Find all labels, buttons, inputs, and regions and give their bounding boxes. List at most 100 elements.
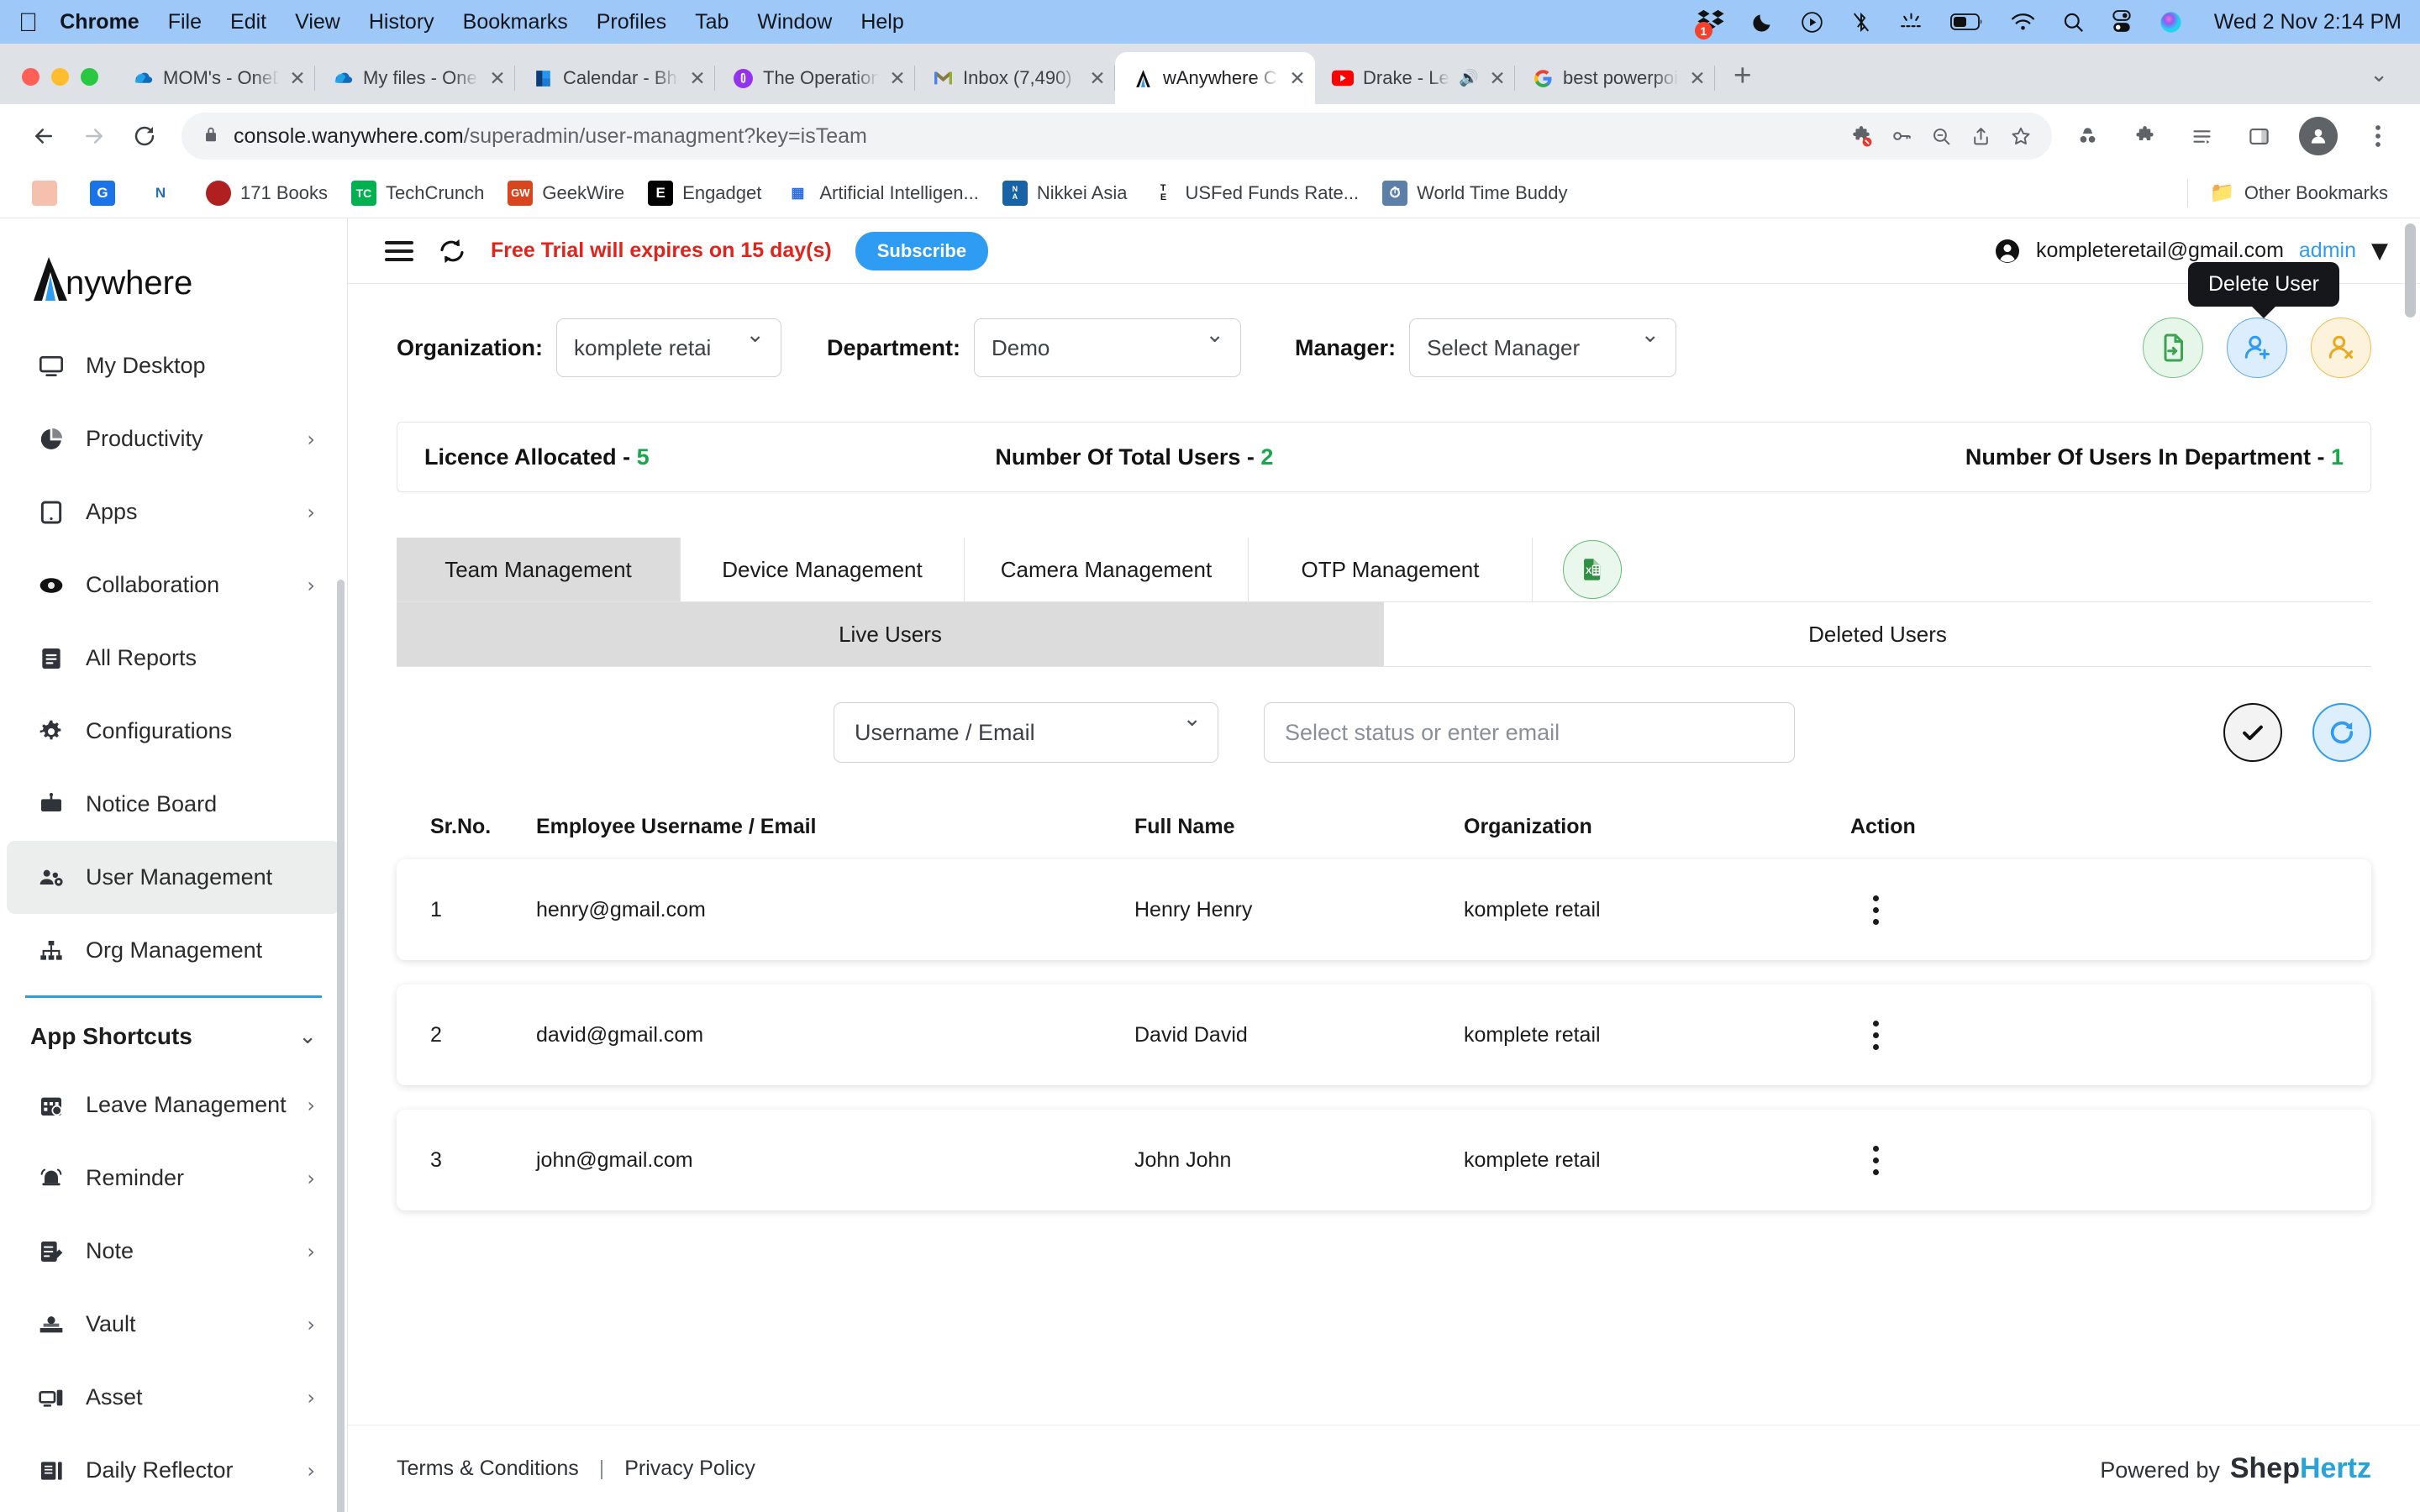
department-select-wrap[interactable]: Demo bbox=[974, 318, 1242, 377]
bookmark-item[interactable]: ▦ Artificial Intelligen... bbox=[773, 180, 991, 206]
app-shortcuts-header[interactable]: App Shortcuts ⌄ bbox=[0, 998, 347, 1068]
add-user-button[interactable] bbox=[2227, 318, 2287, 378]
zoom-icon[interactable] bbox=[1931, 126, 1952, 147]
profile-avatar-icon[interactable] bbox=[2299, 117, 2338, 155]
chevron-down-icon[interactable]: ▼ bbox=[2371, 239, 2388, 264]
import-users-button[interactable] bbox=[2143, 318, 2203, 378]
other-bookmarks-button[interactable]: 📁 Other Bookmarks bbox=[2198, 181, 2400, 206]
close-window-button[interactable] bbox=[22, 68, 39, 86]
page-scrollbar[interactable] bbox=[2405, 223, 2416, 318]
sidebar-item-leave-management[interactable]: Leave Management › bbox=[7, 1068, 340, 1142]
battery-icon[interactable] bbox=[1949, 13, 1984, 31]
close-tab-icon[interactable]: ✕ bbox=[888, 67, 907, 90]
sidebar-item-configurations[interactable]: Configurations bbox=[7, 695, 340, 768]
bookmark-item[interactable]: 171 Books bbox=[194, 180, 339, 206]
bookmark-item[interactable] bbox=[20, 180, 78, 206]
apply-search-button[interactable] bbox=[2223, 703, 2282, 762]
browser-tab[interactable]: My files - OneD ✕ bbox=[315, 52, 515, 104]
reading-list-icon[interactable] bbox=[2178, 113, 2225, 160]
table-row[interactable]: 1 henry@gmail.com Henry Henry komplete r… bbox=[397, 859, 2371, 960]
menu-history[interactable]: History bbox=[369, 10, 434, 34]
tab-search-chevron-down-icon[interactable]: ⌄ bbox=[2348, 61, 2410, 104]
search-type-wrap[interactable]: Username / Email bbox=[834, 702, 1218, 763]
bookmark-item[interactable]: GW GeekWire bbox=[496, 180, 636, 206]
siri-icon[interactable] bbox=[2159, 10, 2183, 34]
tab-live-users[interactable]: Live Users bbox=[397, 602, 1384, 666]
sidebar-item-daily-reflector[interactable]: Daily Reflector › bbox=[7, 1434, 340, 1507]
menu-chrome[interactable]: Chrome bbox=[60, 10, 139, 34]
table-row[interactable]: 3 john@gmail.com John John komplete reta… bbox=[397, 1110, 2371, 1210]
department-select[interactable]: Demo bbox=[974, 318, 1242, 377]
menu-bookmarks[interactable]: Bookmarks bbox=[463, 10, 568, 34]
kebab-menu-icon[interactable] bbox=[1850, 1020, 1901, 1050]
extensions-puzzle-icon[interactable] bbox=[2121, 113, 2168, 160]
bookmark-item[interactable]: E Engadget bbox=[636, 180, 773, 206]
close-tab-icon[interactable]: ✕ bbox=[1088, 67, 1107, 90]
tab-camera-management[interactable]: Camera Management bbox=[965, 538, 1249, 601]
privacy-link[interactable]: Privacy Policy bbox=[624, 1457, 755, 1481]
bookmark-item[interactable]: N bbox=[136, 180, 194, 206]
browser-tab[interactable]: Inbox (7,490) - ✕ bbox=[915, 52, 1115, 104]
search-input[interactable] bbox=[1264, 702, 1795, 763]
keyboard-brightness-icon[interactable] bbox=[1898, 12, 1924, 32]
incognito-mask-icon[interactable] bbox=[2064, 113, 2111, 160]
maximize-window-button[interactable] bbox=[81, 68, 98, 86]
tab-audio-icon[interactable]: 🔊 bbox=[1459, 68, 1479, 88]
browser-tab-active[interactable]: wAnywhere Con ✕ bbox=[1115, 52, 1315, 104]
menu-profiles[interactable]: Profiles bbox=[597, 10, 666, 34]
menu-window[interactable]: Window bbox=[757, 10, 832, 34]
manager-select[interactable]: Select Manager bbox=[1409, 318, 1677, 377]
close-tab-icon[interactable]: ✕ bbox=[688, 67, 707, 90]
sidebar-scrollbar[interactable] bbox=[337, 580, 345, 1512]
delete-user-button[interactable] bbox=[2311, 318, 2371, 378]
browser-tab[interactable]: best powerpoint ✕ bbox=[1515, 52, 1715, 104]
browser-tab[interactable]: The Operations ✕ bbox=[715, 52, 915, 104]
sidebar-item-apps[interactable]: Apps › bbox=[7, 475, 340, 549]
sidebar-item-org-management[interactable]: Org Management bbox=[7, 914, 340, 987]
close-tab-icon[interactable]: ✕ bbox=[1688, 67, 1707, 90]
sidebar-item-all-reports[interactable]: All Reports bbox=[7, 622, 340, 695]
close-tab-icon[interactable]: ✕ bbox=[1288, 67, 1307, 90]
share-icon[interactable] bbox=[1970, 126, 1991, 147]
sidebar-item-my-desktop[interactable]: My Desktop bbox=[7, 329, 340, 402]
minimize-window-button[interactable] bbox=[51, 68, 69, 86]
sync-refresh-icon[interactable] bbox=[437, 236, 467, 266]
close-tab-icon[interactable]: ✕ bbox=[488, 67, 507, 90]
new-tab-button[interactable]: + bbox=[1715, 60, 1770, 104]
spotlight-search-icon[interactable] bbox=[2062, 11, 2085, 34]
back-button[interactable] bbox=[18, 111, 69, 161]
password-key-icon[interactable] bbox=[1891, 125, 1912, 147]
sidebar-item-notice-board[interactable]: Notice Board bbox=[7, 768, 340, 841]
refresh-button[interactable] bbox=[2312, 703, 2371, 762]
menu-help[interactable]: Help bbox=[860, 10, 903, 34]
sidebar-item-collaboration[interactable]: Collaboration › bbox=[7, 549, 340, 622]
bookmark-item[interactable]: TC TechCrunch bbox=[339, 180, 496, 206]
wanywhere-logo[interactable]: nywhere bbox=[0, 239, 347, 329]
bookmark-item[interactable]: NA Nikkei Asia bbox=[991, 180, 1139, 206]
sidebar-item-note[interactable]: Note › bbox=[7, 1215, 340, 1288]
bookmark-item[interactable]: ⏱ World Time Buddy bbox=[1370, 180, 1579, 206]
sidebar-item-vault[interactable]: Vault › bbox=[7, 1288, 340, 1361]
chrome-menu-icon[interactable] bbox=[2354, 113, 2402, 160]
do-not-disturb-moon-icon[interactable] bbox=[1751, 11, 1774, 34]
sidebar-item-user-management[interactable]: User Management bbox=[7, 841, 340, 914]
organization-select[interactable]: komplete retai bbox=[556, 318, 781, 377]
menu-edit[interactable]: Edit bbox=[230, 10, 266, 34]
tab-deleted-users[interactable]: Deleted Users bbox=[1384, 602, 2371, 666]
bookmark-item[interactable]: G bbox=[78, 180, 136, 206]
browser-tab[interactable]: Drake - Lem 🔊 ✕ bbox=[1315, 52, 1515, 104]
menu-view[interactable]: View bbox=[295, 10, 340, 34]
apple-logo-icon[interactable]:  bbox=[18, 9, 38, 35]
menu-tab[interactable]: Tab bbox=[695, 10, 729, 34]
organization-select-wrap[interactable]: komplete retai bbox=[556, 318, 781, 377]
tab-team-management[interactable]: Team Management bbox=[397, 538, 681, 601]
terms-link[interactable]: Terms & Conditions bbox=[397, 1457, 579, 1481]
address-bar[interactable]: console.wanywhere.com/superadmin/user-ma… bbox=[182, 113, 2052, 160]
extension-blocked-icon[interactable] bbox=[1850, 125, 1872, 147]
forward-button[interactable] bbox=[69, 111, 119, 161]
close-tab-icon[interactable]: ✕ bbox=[1488, 67, 1507, 90]
account-circle-icon[interactable] bbox=[1994, 238, 2021, 265]
dropbox-icon[interactable]: 1 bbox=[1694, 8, 1725, 39]
tab-otp-management[interactable]: OTP Management bbox=[1249, 538, 1533, 601]
table-row[interactable]: 2 david@gmail.com David David komplete r… bbox=[397, 984, 2371, 1085]
